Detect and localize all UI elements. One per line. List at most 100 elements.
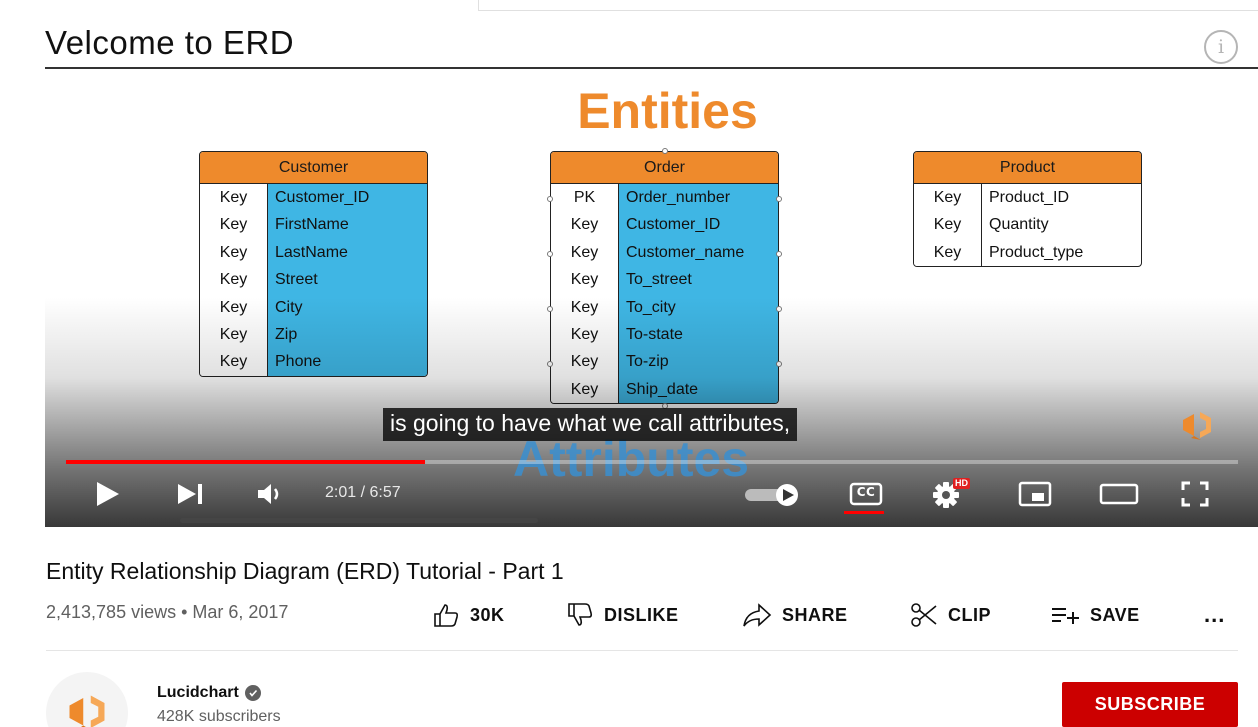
entity-row: Key Customer_ID bbox=[551, 211, 778, 239]
dislike-button[interactable]: DISLIKE bbox=[566, 600, 679, 630]
caption-text: is going to have what we call attributes… bbox=[383, 408, 798, 441]
entity-key-cell: Key bbox=[914, 211, 982, 239]
theater-icon bbox=[1099, 483, 1139, 505]
thumbs-down-icon bbox=[568, 603, 593, 626]
progress-bar[interactable] bbox=[66, 460, 1238, 464]
entity-product: Product Key Product_ID Key Quantity Key Produ… bbox=[913, 151, 1142, 268]
theater-mode-button[interactable] bbox=[1097, 480, 1141, 508]
entity-key-cell: Key bbox=[200, 184, 268, 212]
entity-key-cell: Key bbox=[551, 238, 619, 267]
entity-field-cell: Customer_ID bbox=[268, 184, 427, 212]
video-meta: 2,413,785 views • Mar 6, 2017 bbox=[46, 602, 289, 622]
entity-order-rows: PK Order_number Key Customer_ID Key Customer_… bbox=[551, 184, 778, 404]
play-icon bbox=[97, 482, 119, 506]
entity-key-cell: Key bbox=[200, 211, 268, 239]
verified-check-icon bbox=[244, 685, 261, 701]
order-connection-point-left bbox=[547, 306, 553, 312]
fullscreen-icon bbox=[1181, 481, 1209, 507]
clip-label: CLIP bbox=[948, 604, 992, 625]
entity-row: Key Customer_ID bbox=[200, 184, 427, 212]
play-button[interactable] bbox=[91, 480, 123, 508]
entity-key-cell: PK bbox=[551, 184, 619, 212]
entities-heading: Entities bbox=[577, 83, 758, 139]
entity-field-cell: City bbox=[268, 293, 427, 321]
like-button[interactable]: 30K bbox=[432, 600, 505, 630]
playlist-add-icon bbox=[1052, 608, 1079, 624]
video-player[interactable]: Velcome to ERD i Entities Customer Key Cu… bbox=[45, 22, 1258, 527]
miniplayer-icon bbox=[1018, 481, 1052, 507]
more-actions-button[interactable]: ... bbox=[1204, 602, 1225, 628]
progress-played bbox=[66, 460, 425, 464]
order-connection-point-top bbox=[662, 148, 668, 154]
channel-name-link[interactable]: Lucidchart bbox=[157, 684, 261, 702]
autoplay-toggle[interactable] bbox=[742, 482, 804, 508]
share-label: SHARE bbox=[782, 604, 848, 625]
order-connection-point-right bbox=[776, 361, 782, 367]
thumbs-up-icon bbox=[434, 604, 459, 627]
entity-field-cell: Customer_ID bbox=[619, 211, 778, 239]
scissors-icon bbox=[911, 603, 937, 627]
share-button[interactable]: SHARE bbox=[742, 600, 848, 630]
subscribe-button[interactable]: SUBSCRIBE bbox=[1062, 682, 1238, 727]
entity-key-cell: Key bbox=[200, 266, 268, 294]
entity-row: Key To-zip bbox=[551, 348, 778, 376]
subscriber-count: 428K subscribers bbox=[157, 708, 281, 725]
channel-avatar[interactable] bbox=[46, 672, 128, 727]
entity-product-rows: Key Product_ID Key Quantity Key Product_type bbox=[914, 184, 1141, 267]
next-button[interactable] bbox=[173, 480, 207, 508]
captions-active-indicator bbox=[844, 511, 884, 514]
entity-customer-title: Customer bbox=[200, 152, 427, 184]
entity-field-cell: Phone bbox=[268, 348, 427, 376]
entity-order-title: Order bbox=[551, 152, 778, 184]
entity-row: Key City bbox=[200, 293, 427, 321]
entity-field-cell: Ship_date bbox=[619, 375, 778, 404]
entity-row: Key To_street bbox=[551, 266, 778, 294]
save-label: SAVE bbox=[1090, 604, 1140, 625]
search-box-bottom-border bbox=[478, 10, 1258, 11]
settings-button[interactable]: HD bbox=[925, 478, 970, 510]
section-divider bbox=[46, 650, 1238, 651]
next-icon bbox=[178, 484, 202, 504]
captions-label: CC bbox=[856, 485, 876, 499]
entity-field-cell: LastName bbox=[268, 238, 427, 267]
lucidchart-watermark-logo-icon[interactable] bbox=[1177, 406, 1217, 446]
order-connection-point-right bbox=[776, 306, 782, 312]
entity-key-cell: Key bbox=[551, 348, 619, 376]
entity-field-cell: To_city bbox=[619, 293, 778, 321]
entity-row: Key Street bbox=[200, 266, 427, 294]
youtube-watch-page: Velcome to ERD i Entities Customer Key Cu… bbox=[0, 0, 1258, 727]
entity-customer: Customer Key Customer_ID Key FirstName Key La… bbox=[199, 151, 428, 377]
info-icon[interactable]: i bbox=[1204, 30, 1238, 64]
fullscreen-button[interactable] bbox=[1177, 480, 1213, 508]
entity-key-cell: Key bbox=[551, 375, 619, 404]
volume-icon bbox=[258, 484, 279, 504]
entity-field-cell: Zip bbox=[268, 320, 427, 349]
volume-button[interactable] bbox=[253, 480, 289, 508]
order-connection-point-left bbox=[547, 251, 553, 257]
entity-row: Key Ship_date bbox=[551, 375, 778, 404]
time-display: 2:01 / 6:57 bbox=[325, 484, 401, 501]
save-button[interactable]: SAVE bbox=[1050, 600, 1140, 630]
hd-badge: HD bbox=[953, 478, 970, 489]
entity-key-cell: Key bbox=[551, 266, 619, 294]
entity-field-cell: Street bbox=[268, 266, 427, 294]
lucidchart-logo-icon bbox=[69, 695, 105, 727]
entity-row: Key Product_type bbox=[914, 238, 1141, 267]
entity-row: PK Order_number bbox=[551, 184, 778, 212]
channel-name: Lucidchart bbox=[157, 684, 239, 701]
entity-field-cell: To_street bbox=[619, 266, 778, 294]
entity-row: Key Product_ID bbox=[914, 184, 1141, 212]
chapter-scrub-preview bbox=[180, 518, 538, 523]
entity-field-cell: Customer_name bbox=[619, 238, 778, 267]
captions-button[interactable]: CC bbox=[848, 482, 884, 506]
entity-field-cell: To-state bbox=[619, 320, 778, 349]
entity-row: Key To_city bbox=[551, 293, 778, 321]
clip-button[interactable]: CLIP bbox=[910, 600, 991, 630]
entity-key-cell: Key bbox=[551, 211, 619, 239]
entity-order: Order PK Order_number Key Customer_ID Key Cus… bbox=[550, 151, 779, 405]
entity-field-cell: Product_ID bbox=[989, 189, 1070, 206]
miniplayer-button[interactable] bbox=[1015, 480, 1055, 508]
entity-row: Key To-state bbox=[551, 320, 778, 349]
entity-key-cell: Key bbox=[200, 238, 268, 267]
order-connection-point-left bbox=[547, 196, 553, 202]
